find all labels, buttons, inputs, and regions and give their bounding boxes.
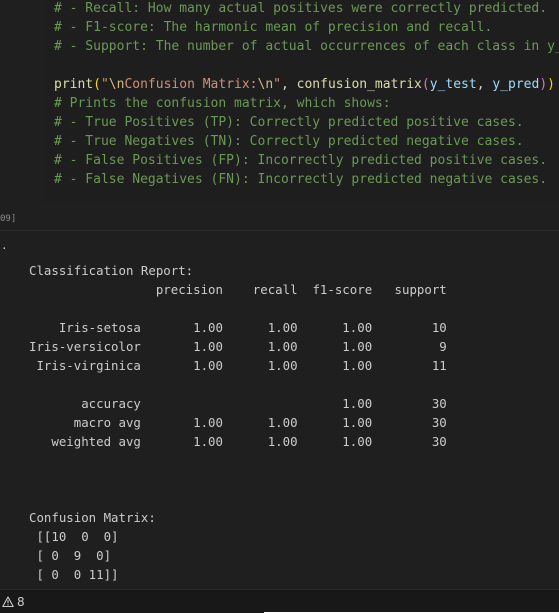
token-string: " <box>100 77 109 92</box>
warning-count: 8 <box>17 595 25 609</box>
status-bar: 8 <box>0 589 559 613</box>
problems-indicator[interactable]: 8 <box>2 594 25 610</box>
token-var: y_pred <box>492 77 540 92</box>
token-bracket: ( <box>93 77 101 92</box>
output-marker[interactable]: . <box>1 239 8 253</box>
code-line: # - True Negatives (TN): Correctly predi… <box>54 134 524 149</box>
warning-icon <box>2 596 14 608</box>
code-cell[interactable]: # - Recall: How many actual positives we… <box>0 0 559 229</box>
token-escape: \n <box>257 77 274 92</box>
code-line: # - F1-score: The harmonic mean of preci… <box>54 20 493 35</box>
token-bracket: ) <box>539 77 548 92</box>
token-punc: , <box>476 77 493 92</box>
code-line: # - True Positives (TP): Correctly predi… <box>54 115 524 130</box>
token-var: y_test <box>429 77 477 92</box>
token-string: " <box>273 77 281 92</box>
cell-output[interactable]: Classification Report: precision recall … <box>0 231 559 589</box>
token-string: Confusion Matrix: <box>124 77 258 92</box>
code-line: # Prints the confusion matrix, which sho… <box>54 96 391 111</box>
output-text: Classification Report: precision recall … <box>29 263 447 582</box>
code-line: # - False Negatives (FN): Incorrectly pr… <box>54 172 548 187</box>
code-line: # - Support: The number of actual occurr… <box>54 39 559 54</box>
token-escape: \n <box>108 77 125 92</box>
notebook-view: # - Recall: How many actual positives we… <box>0 0 559 613</box>
token-punc: , <box>281 77 297 92</box>
code-editor[interactable]: # - Recall: How many actual positives we… <box>42 0 559 203</box>
token-func: print <box>54 77 94 92</box>
token-bracket: ) <box>547 77 555 92</box>
token-func: confusion_matrix <box>296 77 422 92</box>
code-line-print: print("\nConfusion Matrix:\n", confusion… <box>54 75 555 94</box>
execution-count: 09] <box>0 214 17 224</box>
code-line: # - False Positives (FP): Incorrectly pr… <box>54 153 548 168</box>
code-line: # - Recall: How many actual positives we… <box>54 1 548 16</box>
token-bracket: ( <box>421 77 430 92</box>
